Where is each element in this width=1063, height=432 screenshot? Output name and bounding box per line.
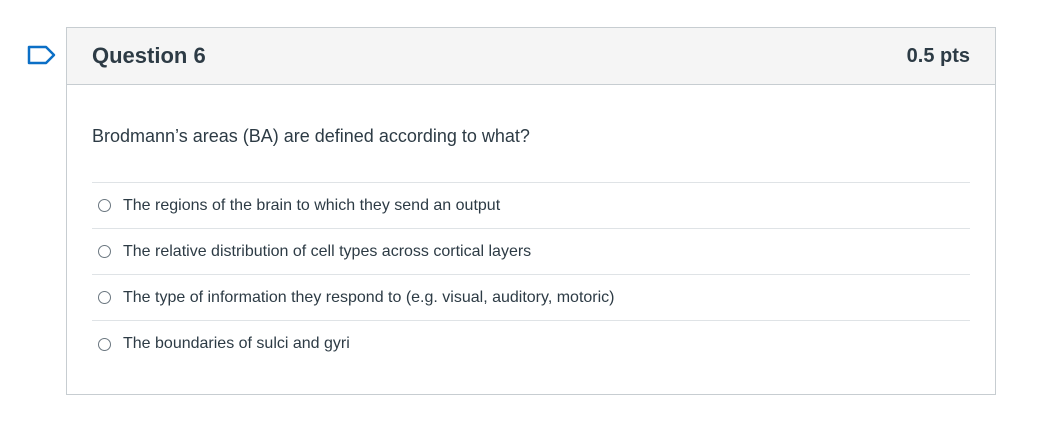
radio-button[interactable] bbox=[98, 337, 111, 351]
question-header: Question 6 0.5 pts bbox=[67, 28, 995, 85]
answer-label[interactable]: The type of information they respond to … bbox=[123, 289, 615, 307]
radio-button[interactable] bbox=[98, 199, 111, 212]
question-points: 0.5 pts bbox=[906, 44, 970, 67]
answer-label[interactable]: The relative distribution of cell types … bbox=[123, 243, 531, 261]
question-text: Brodmann’s areas (BA) are defined accord… bbox=[92, 126, 530, 146]
radio-button[interactable] bbox=[98, 245, 111, 258]
answer-option[interactable]: The relative distribution of cell types … bbox=[92, 229, 970, 275]
question-title: Question 6 bbox=[92, 43, 206, 68]
answer-label[interactable]: The boundaries of sulci and gyri bbox=[123, 335, 350, 353]
question-card: Question 6 0.5 pts Brodmann’s areas (BA)… bbox=[66, 27, 996, 395]
answer-list: The regions of the brain to which they s… bbox=[92, 182, 970, 367]
question-body: Brodmann’s areas (BA) are defined accord… bbox=[67, 85, 995, 367]
answer-option[interactable]: The regions of the brain to which they s… bbox=[92, 183, 970, 229]
answer-option[interactable]: The type of information they respond to … bbox=[92, 275, 970, 321]
flag-question-icon[interactable] bbox=[27, 45, 57, 65]
radio-button[interactable] bbox=[98, 291, 111, 304]
answer-label[interactable]: The regions of the brain to which they s… bbox=[123, 197, 500, 215]
answer-option[interactable]: The boundaries of sulci and gyri bbox=[92, 321, 970, 367]
